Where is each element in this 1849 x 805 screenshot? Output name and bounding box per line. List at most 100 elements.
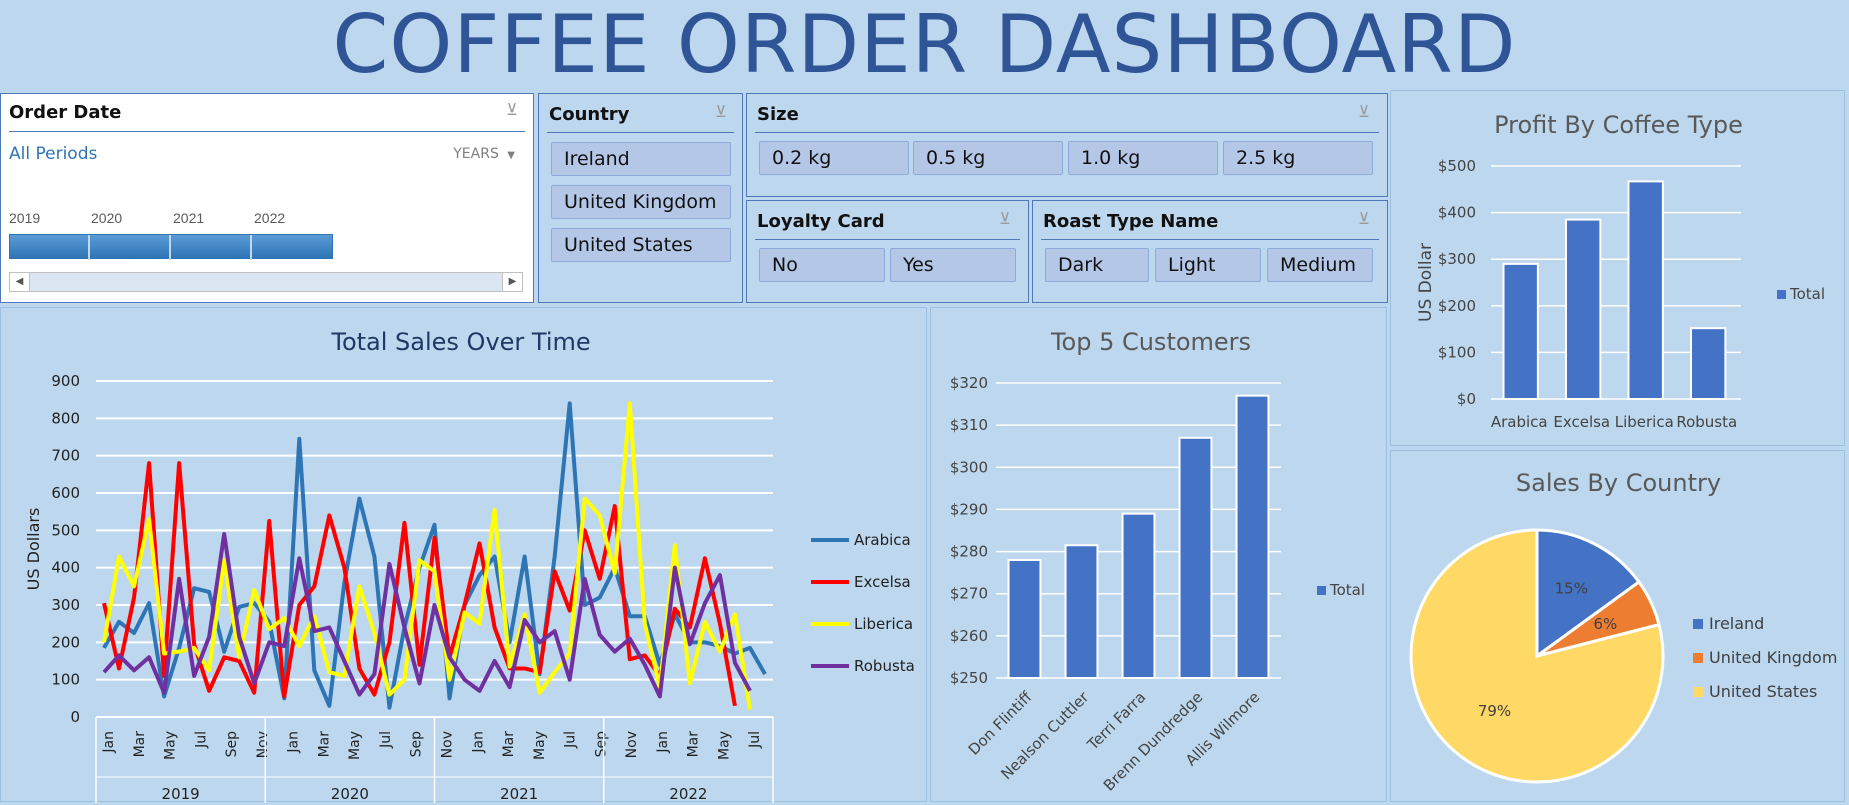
x-month-label: Jan xyxy=(286,731,302,754)
y-tick-label: $310 xyxy=(950,416,988,434)
x-month-label: Jan xyxy=(101,731,117,754)
roast-item[interactable]: Light xyxy=(1155,248,1261,282)
x-category-label: Excelsa xyxy=(1553,413,1610,431)
profit-chart-svg: $0 $100 $200 $300 $400 $500 US Dollar Arabica Ex… xyxy=(1416,157,1825,431)
y-tick-label: $270 xyxy=(950,585,988,603)
clear-filter-icon[interactable]: ⊻ xyxy=(501,100,523,122)
bar xyxy=(1690,327,1727,400)
y-tick-label: $400 xyxy=(1438,204,1476,222)
legend-label: Total xyxy=(1329,581,1365,599)
size-item[interactable]: 2.5 kg xyxy=(1223,141,1373,175)
scroll-left-icon[interactable]: ◀ xyxy=(10,273,30,291)
bar xyxy=(1178,436,1213,679)
chevron-down-icon: ▼ xyxy=(507,150,515,161)
x-month-label: Sep xyxy=(409,731,425,758)
x-month-label: Jan xyxy=(470,731,486,754)
year-label: 2019 xyxy=(9,210,41,226)
bar xyxy=(1121,512,1156,679)
roast-type-slicer[interactable]: Roast Type Name ⊻ Dark Light Medium xyxy=(1032,200,1388,303)
x-month-label: Nov xyxy=(440,731,456,758)
legend-swatch xyxy=(1693,619,1703,629)
data-label: 6% xyxy=(1594,615,1618,633)
x-month-label: Jan xyxy=(655,731,671,754)
y-tick-label: $250 xyxy=(950,669,988,687)
size-item[interactable]: 0.2 kg xyxy=(759,141,909,175)
roast-type-heading: Roast Type Name xyxy=(1043,211,1219,232)
country-item[interactable]: United States xyxy=(551,228,731,262)
loyalty-card-heading: Loyalty Card xyxy=(757,211,885,232)
y-tick-label: $0 xyxy=(1457,390,1476,408)
x-month-label: May xyxy=(347,731,363,760)
roast-item[interactable]: Dark xyxy=(1045,248,1149,282)
x-year-label: 2021 xyxy=(500,785,538,803)
order-date-timeline[interactable]: Order Date ⊻ All Periods YEARS ▼ 2019 20… xyxy=(0,93,534,303)
x-category-label: Liberica xyxy=(1615,413,1674,431)
year-label: 2021 xyxy=(173,210,205,226)
loyalty-item[interactable]: No xyxy=(759,248,885,282)
clear-filter-icon[interactable]: ⊻ xyxy=(1353,209,1375,231)
bar xyxy=(1235,394,1270,680)
x-year-label: 2020 xyxy=(331,785,369,803)
legend-label: Liberica xyxy=(854,615,913,633)
x-month-label: Jul xyxy=(378,731,394,749)
size-item[interactable]: 1.0 kg xyxy=(1068,141,1218,175)
y-tick-label: 400 xyxy=(51,559,80,577)
data-label: 79% xyxy=(1478,702,1511,720)
roast-item[interactable]: Medium xyxy=(1267,248,1373,282)
country-slicer[interactable]: Country ⊻ Ireland United Kingdom United … xyxy=(538,93,743,303)
x-month-label: Jul xyxy=(193,731,209,749)
scroll-right-icon[interactable]: ▶ xyxy=(502,273,522,291)
legend-label: Ireland xyxy=(1709,614,1764,633)
loyalty-card-slicer[interactable]: Loyalty Card ⊻ No Yes xyxy=(746,200,1029,303)
clear-filter-icon[interactable]: ⊻ xyxy=(1353,102,1375,124)
y-axis-label: US Dollars xyxy=(24,508,43,591)
data-label: 15% xyxy=(1555,580,1588,598)
x-month-label: Sep xyxy=(593,731,609,758)
x-month-label: Jul xyxy=(563,731,579,749)
y-axis-label: US Dollar xyxy=(1416,243,1436,322)
loyalty-item[interactable]: Yes xyxy=(890,248,1016,282)
x-month-label: Mar xyxy=(316,731,332,758)
legend-label: Total xyxy=(1789,285,1825,303)
all-periods-label: All Periods xyxy=(9,144,98,164)
clear-filter-icon[interactable]: ⊻ xyxy=(994,209,1016,231)
y-tick-label: 600 xyxy=(51,484,80,502)
x-month-label: Mar xyxy=(501,731,517,758)
x-month-label: Mar xyxy=(132,731,148,758)
y-tick-label: $100 xyxy=(1438,343,1476,361)
timeline-bar[interactable] xyxy=(9,234,333,260)
year-label: 2022 xyxy=(254,210,286,226)
dashboard-title: COFFEE ORDER DASHBOARD xyxy=(332,0,1517,91)
size-slicer[interactable]: Size ⊻ 0.2 kg 0.5 kg 1.0 kg 2.5 kg xyxy=(746,93,1388,197)
clear-filter-icon[interactable]: ⊻ xyxy=(710,102,732,124)
x-month-label: Mar xyxy=(686,731,702,758)
line-chart-svg: 0 100 200 300 400 500 600 700 800 900 US Dollars Ja… xyxy=(24,372,915,803)
y-tick-label: 500 xyxy=(51,521,80,539)
y-tick-label: 300 xyxy=(51,596,80,614)
size-item[interactable]: 0.5 kg xyxy=(913,141,1063,175)
time-level-dropdown[interactable]: YEARS ▼ xyxy=(453,146,515,162)
legend-label: Excelsa xyxy=(854,573,911,591)
y-tick-label: $260 xyxy=(950,627,988,645)
legend-label: Arabica xyxy=(854,531,911,549)
year-label: 2020 xyxy=(91,210,123,226)
x-category-label: Arabica xyxy=(1491,413,1548,431)
legend-swatch xyxy=(1317,586,1326,595)
x-month-label: Nov xyxy=(624,731,640,758)
bar xyxy=(1064,544,1099,679)
size-heading: Size xyxy=(757,104,799,125)
x-month-label: May xyxy=(532,731,548,760)
y-tick-label: 800 xyxy=(51,409,80,427)
legend-swatch xyxy=(1693,687,1703,697)
legend-label: United Kingdom xyxy=(1709,648,1837,667)
bar xyxy=(1565,218,1602,400)
timeline-scrollbar[interactable]: ◀ ▶ xyxy=(9,272,523,292)
country-item[interactable]: United Kingdom xyxy=(551,185,731,219)
y-tick-label: $320 xyxy=(950,374,988,392)
y-tick-label: 900 xyxy=(51,372,80,390)
y-tick-label: $500 xyxy=(1438,157,1476,175)
x-category-label: Robusta xyxy=(1676,413,1737,431)
profit-by-coffee-type-chart: Profit By Coffee Type $0 $100 $200 $300 $400… xyxy=(1390,90,1845,446)
country-item[interactable]: Ireland xyxy=(551,142,731,176)
x-month-label: Jul xyxy=(747,731,763,749)
